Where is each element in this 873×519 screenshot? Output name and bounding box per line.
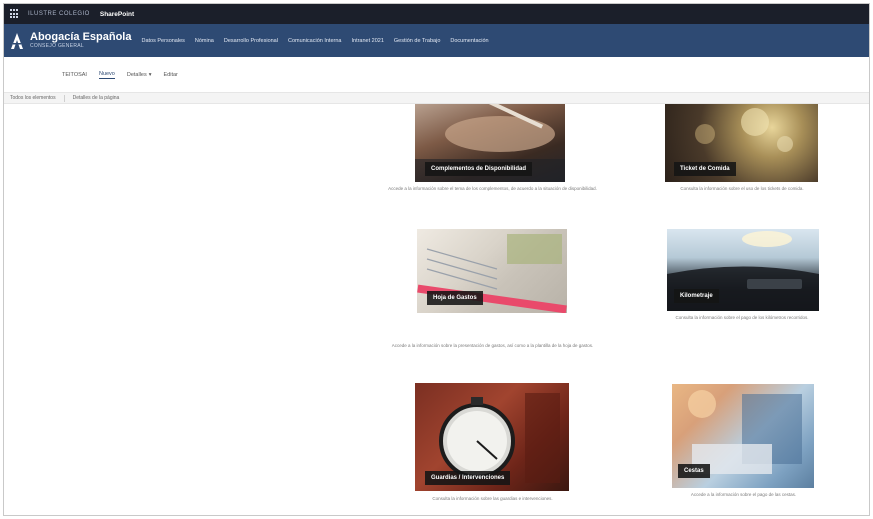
tile-description: Accede a la información sobre el pago de… bbox=[690, 492, 797, 497]
tab-page-title[interactable]: TEITOSAI bbox=[62, 72, 87, 78]
divider bbox=[63, 94, 65, 102]
command-bar: Todos los elementos Detalles de la págin… bbox=[4, 92, 869, 104]
tab-editar[interactable]: Editar bbox=[164, 72, 178, 78]
tab-detalles[interactable]: Detalles ▾ bbox=[127, 72, 152, 78]
suite-brand: ILUSTRE COLEGIO bbox=[28, 11, 90, 17]
tile-description: Accede a la información sobre el tema de… bbox=[388, 186, 597, 191]
site-title[interactable]: Abogacía Española bbox=[30, 31, 131, 43]
tile-description: Consulta la información sobre las guardi… bbox=[432, 496, 553, 501]
tab-detalles-label: Detalles bbox=[126, 71, 147, 78]
nav-item-desarrollo-profesional[interactable]: Desarrollo Profesional bbox=[224, 38, 278, 44]
site-subtitle: CONSEJO GENERAL bbox=[30, 43, 84, 49]
top-navigation: Datos Personales Nómina Desarrollo Profe… bbox=[141, 38, 488, 44]
site-logo-icon[interactable] bbox=[10, 32, 24, 50]
tile-description: Accede a la información sobre la present… bbox=[391, 343, 594, 348]
tile-label: Complementos de Disponibilidad bbox=[425, 162, 533, 176]
tile-label: Cestas bbox=[678, 464, 710, 478]
nav-item-gestion-trabajo[interactable]: Gestión de Trabajo bbox=[394, 38, 440, 44]
tile-kilometraje[interactable]: Kilometraje bbox=[667, 229, 819, 311]
app-launcher-icon[interactable] bbox=[10, 9, 20, 19]
cmd-page-details[interactable]: Detalles de la página bbox=[73, 95, 120, 101]
tile-description: Consulta la información sobre el pago de… bbox=[675, 315, 809, 320]
tile-ticket-comida[interactable]: Ticket de Comida bbox=[665, 104, 818, 182]
tile-label: Ticket de Comida bbox=[674, 162, 736, 176]
nav-item-documentacion[interactable]: Documentación bbox=[450, 38, 488, 44]
page-tabs: TEITOSAI Nuevo Detalles ▾ Editar bbox=[4, 57, 869, 92]
browser-frame: ILUSTRE COLEGIO SharePoint Abogacía Espa… bbox=[3, 3, 870, 516]
tile-label: Hoja de Gastos bbox=[427, 291, 483, 305]
suite-bar: ILUSTRE COLEGIO SharePoint bbox=[4, 4, 869, 24]
nav-item-intranet[interactable]: Intranet 2021 bbox=[351, 38, 383, 44]
tile-hoja-gastos[interactable]: Hoja de Gastos bbox=[417, 229, 567, 313]
site-titles: Abogacía Española CONSEJO GENERAL bbox=[30, 31, 131, 50]
nav-item-nomina[interactable]: Nómina bbox=[195, 38, 214, 44]
nav-item-datos-personales[interactable]: Datos Personales bbox=[141, 38, 184, 44]
tile-guardias[interactable]: Guardias / Intervenciones bbox=[415, 383, 569, 491]
tile-label: Guardias / Intervenciones bbox=[425, 471, 511, 485]
tile-label: Kilometraje bbox=[674, 289, 719, 303]
chevron-down-icon: ▾ bbox=[148, 71, 152, 78]
nav-item-comunicacion-interna[interactable]: Comunicación Interna bbox=[288, 38, 342, 44]
tile-complementos[interactable]: Complementos de Disponibilidad bbox=[415, 104, 565, 182]
tab-nuevo[interactable]: Nuevo bbox=[98, 71, 115, 79]
site-header: Abogacía Española CONSEJO GENERAL Datos … bbox=[4, 24, 869, 57]
tile-description: Consulta la información sobre el uso de … bbox=[680, 186, 804, 191]
suite-app-name[interactable]: SharePoint bbox=[100, 11, 134, 18]
cmd-all-items[interactable]: Todos los elementos bbox=[10, 95, 56, 101]
tile-cestas[interactable]: Cestas bbox=[672, 384, 814, 488]
